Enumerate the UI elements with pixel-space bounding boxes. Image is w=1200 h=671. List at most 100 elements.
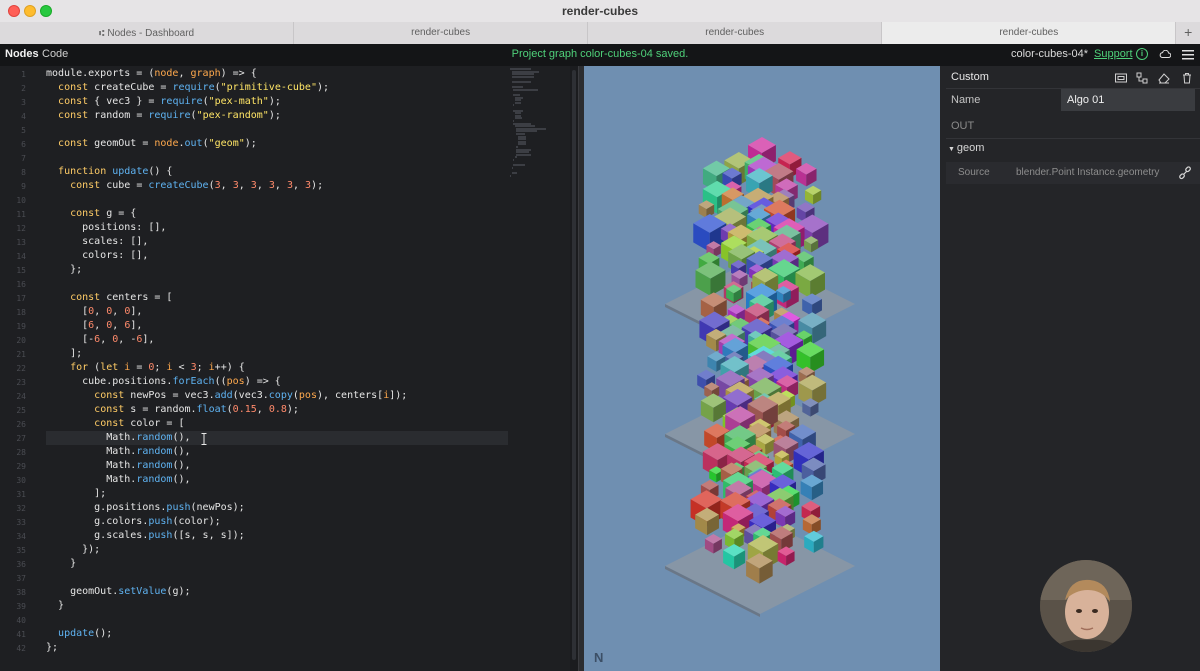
- code-line[interactable]: colors: [],: [46, 249, 148, 263]
- caret-down-icon: ▼: [948, 146, 957, 153]
- code-line[interactable]: cube.positions.forEach((pos) => {: [46, 375, 281, 389]
- code-line[interactable]: g.positions.push(newPos);: [46, 501, 245, 515]
- code-line[interactable]: [-6, 0, -6],: [46, 333, 154, 347]
- code-line[interactable]: ];: [46, 347, 82, 361]
- code-line[interactable]: g.scales.push([s, s, s]);: [46, 529, 245, 543]
- line-number-gutter: 1 2 3 4 5 6 7 8 9 10 11 12 13 14 15 16 17 18 19 20 21 22 23 24 2…: [0, 66, 34, 671]
- inspector-title: Custom: [951, 71, 989, 83]
- code-line[interactable]: const cube = createCube(3, 3, 3, 3, 3, 3…: [46, 179, 323, 193]
- nodes-mode-button[interactable]: Nodes: [5, 48, 39, 60]
- support-link[interactable]: Support: [1094, 48, 1133, 60]
- fullscreen-icon[interactable]: [1115, 72, 1127, 84]
- line-number: 1: [21, 70, 26, 79]
- code-line[interactable]: Math.random(),: [46, 473, 190, 487]
- line-number: 17: [16, 294, 26, 303]
- line-number: 40: [16, 616, 26, 625]
- trash-icon[interactable]: [1181, 72, 1193, 84]
- minimap-line: [514, 117, 522, 120]
- cloud-icon[interactable]: [1159, 50, 1171, 58]
- source-label: Source: [958, 167, 990, 178]
- code-editor[interactable]: 1 2 3 4 5 6 7 8 9 10 11 12 13 14 15 16 17 18 19 20 21 22 23 24 2…: [0, 66, 578, 671]
- node-tree-icon[interactable]: [1136, 72, 1148, 84]
- line-number: 15: [16, 266, 26, 275]
- code-line[interactable]: const createCube = require("primitive-cu…: [46, 81, 329, 95]
- tab-label: Nodes - Dashboard: [107, 28, 195, 39]
- code-line[interactable]: const geomOut = node.out("geom");: [46, 137, 257, 151]
- code-line[interactable]: const color = [: [46, 417, 184, 431]
- node-name-field[interactable]: [1061, 89, 1195, 111]
- line-number: 30: [16, 476, 26, 485]
- editor-scrollbar[interactable]: [570, 66, 578, 671]
- code-line[interactable]: });: [46, 543, 100, 557]
- line-number: 32: [16, 504, 26, 513]
- code-line[interactable]: }: [46, 599, 64, 613]
- line-number: 8: [21, 168, 26, 177]
- line-number: 16: [16, 280, 26, 289]
- code-line[interactable]: };: [46, 263, 82, 277]
- code-line[interactable]: geomOut.setValue(g);: [46, 585, 190, 599]
- render-viewport[interactable]: N: [584, 66, 940, 671]
- line-number: 24: [16, 392, 26, 401]
- code-line[interactable]: Math.random(),: [46, 445, 190, 459]
- project-name[interactable]: color-cubes-04*: [1011, 48, 1088, 60]
- line-number: 23: [16, 378, 26, 387]
- code-line[interactable]: ];: [46, 487, 106, 501]
- code-line[interactable]: };: [46, 641, 58, 655]
- line-number: 14: [16, 252, 26, 261]
- code-line[interactable]: const g = {: [46, 207, 136, 221]
- code-line[interactable]: const newPos = vec3.add(vec3.copy(pos), …: [46, 389, 407, 403]
- app-toolbar: Nodes Code Project graph color-cubes-04 …: [0, 44, 1200, 67]
- tab-label: render-cubes: [705, 27, 765, 38]
- code-line[interactable]: positions: [],: [46, 221, 166, 235]
- tab-render-cubes-3[interactable]: render-cubes: [882, 22, 1177, 44]
- line-number: 28: [16, 448, 26, 457]
- line-number: 3: [21, 98, 26, 107]
- line-number: 42: [16, 644, 26, 653]
- browser-tab-strip: ⑆ Nodes - Dashboard render-cubes render-c…: [0, 22, 1200, 45]
- code-line[interactable]: const s = random.float(0.15, 0.8);: [46, 403, 299, 417]
- minimap-line: [514, 156, 517, 159]
- editor-scroll-thumb[interactable]: [572, 70, 576, 660]
- hamburger-menu-icon[interactable]: [1182, 50, 1194, 60]
- code-line[interactable]: for (let i = 0; i < 3; i++) {: [46, 361, 245, 375]
- new-tab-button[interactable]: +: [1176, 22, 1200, 44]
- code-line[interactable]: update();: [46, 627, 112, 641]
- line-number: 2: [21, 84, 26, 93]
- line-number: 34: [16, 532, 26, 541]
- code-line[interactable]: Math.random(),: [46, 431, 190, 445]
- code-minimap[interactable]: [510, 68, 560, 188]
- code-line[interactable]: const { vec3 } = require("pex-math");: [46, 95, 281, 109]
- line-number: 11: [16, 210, 26, 219]
- code-mode-button[interactable]: Code: [42, 48, 68, 60]
- code-line[interactable]: }: [46, 557, 76, 571]
- line-number: 26: [16, 420, 26, 429]
- tab-render-cubes-1[interactable]: render-cubes: [294, 22, 589, 44]
- tab-label: render-cubes: [999, 27, 1059, 38]
- code-line[interactable]: [6, 0, 6],: [46, 319, 142, 333]
- code-line[interactable]: scales: [],: [46, 235, 148, 249]
- info-icon[interactable]: i: [1136, 48, 1148, 60]
- line-number: 19: [16, 322, 26, 331]
- line-number: 29: [16, 462, 26, 471]
- code-line[interactable]: const centers = [: [46, 291, 172, 305]
- nodes-logo-icon: N: [594, 650, 604, 665]
- eraser-icon[interactable]: [1158, 72, 1170, 84]
- cube-stack-render: [665, 137, 855, 617]
- line-number: 9: [21, 182, 26, 191]
- code-line[interactable]: module.exports = (node, graph) => {: [46, 67, 257, 81]
- code-line[interactable]: g.colors.push(color);: [46, 515, 220, 529]
- code-text-area[interactable]: module.exports = (node, graph) => { cons…: [46, 66, 506, 671]
- code-line[interactable]: function update() {: [46, 165, 172, 179]
- geom-port-toggle[interactable]: ▼ geom: [948, 142, 984, 154]
- code-line[interactable]: Math.random(),: [46, 459, 190, 473]
- tab-nodes-dashboard[interactable]: ⑆ Nodes - Dashboard: [0, 22, 295, 44]
- minimap-line: [513, 104, 515, 107]
- minimap-line: [511, 166, 513, 169]
- tab-render-cubes-2[interactable]: render-cubes: [588, 22, 883, 44]
- code-line[interactable]: [0, 0, 0],: [46, 305, 142, 319]
- minimap-line: [511, 81, 532, 83]
- line-number: 25: [16, 406, 26, 415]
- code-line[interactable]: const random = require("pex-random");: [46, 109, 281, 123]
- line-number: 39: [16, 602, 26, 611]
- link-icon[interactable]: [1178, 166, 1192, 180]
